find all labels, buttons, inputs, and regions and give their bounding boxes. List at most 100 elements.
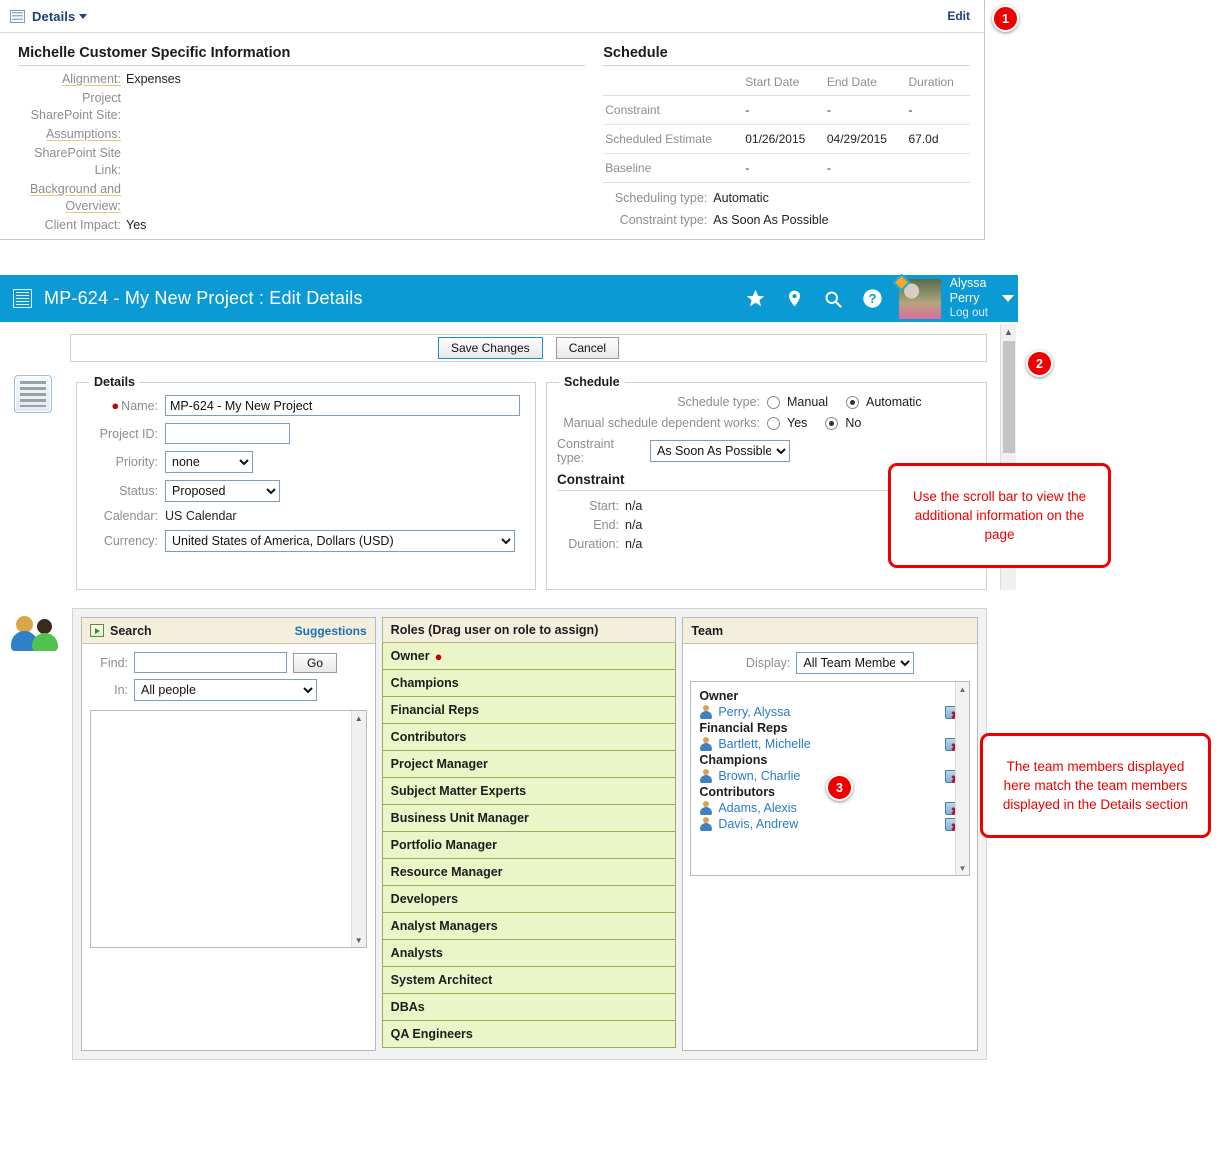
team-member-name[interactable]: Bartlett, Michelle [718, 737, 810, 751]
currency-label: Currency: [103, 534, 158, 548]
cancel-button[interactable]: Cancel [555, 337, 620, 359]
role-item-dbas[interactable]: DBAs [381, 994, 677, 1021]
schedule-type-automatic-option[interactable]: Automatic [846, 395, 922, 409]
col-header-end-date: End Date [824, 71, 907, 96]
schedule-summary-title: Schedule [603, 45, 970, 66]
radio-automatic[interactable] [846, 395, 859, 409]
field-label-client-impact: Client Impact: [44, 218, 121, 232]
star-icon[interactable] [745, 288, 766, 309]
details-dropdown-label: Details [32, 8, 76, 24]
role-item-subject-matter-experts[interactable]: Subject Matter Experts [381, 778, 677, 805]
team-member-name[interactable]: Adams, Alexis [718, 801, 797, 815]
avatar[interactable] [891, 272, 941, 319]
suggestions-link[interactable]: Suggestions [295, 624, 367, 638]
col-header-blank [603, 71, 744, 96]
person-icon [699, 769, 713, 783]
user-menu-chevron-down-icon[interactable] [1002, 295, 1014, 302]
schedule-summary-column: Schedule Start Date End Date Duration Co… [603, 45, 970, 236]
role-item-project-manager[interactable]: Project Manager [381, 751, 677, 778]
constraint-type-select[interactable]: As Soon As Possible [650, 440, 790, 462]
team-member-name[interactable]: Perry, Alyssa [718, 705, 790, 719]
role-item-contributors[interactable]: Contributors [381, 724, 677, 751]
role-item-champions[interactable]: Champions [381, 670, 677, 697]
logout-link[interactable]: Log out [950, 306, 988, 321]
role-item-system-architect[interactable]: System Architect [381, 967, 677, 994]
team-group-champions: Champions [699, 753, 768, 767]
list-item[interactable]: Davis, Andrew ✖ [699, 817, 961, 834]
role-label: Resource Manager [390, 865, 503, 879]
role-label: QA Engineers [390, 1027, 473, 1041]
currency-field-row: Currency: United States of America, Doll… [87, 530, 525, 552]
search-scroll-down-arrow-icon[interactable]: ▼ [352, 933, 366, 947]
status-label: Status: [119, 484, 158, 498]
save-changes-button[interactable]: Save Changes [437, 337, 543, 359]
constraint-duration-value: n/a [625, 537, 643, 551]
search-results-list[interactable]: ▲ ▼ [90, 710, 367, 948]
field-row-project-sharepoint-site: Project SharePoint Site: [18, 90, 585, 124]
go-button[interactable]: Go [293, 652, 338, 673]
team-scroll-up-arrow-icon[interactable]: ▲ [956, 682, 969, 696]
team-member-name[interactable]: Davis, Andrew [718, 817, 798, 831]
help-icon[interactable]: ? [862, 288, 883, 309]
status-select[interactable]: Proposed [165, 480, 280, 502]
details-dropdown-button[interactable]: Details [32, 8, 88, 24]
annotation-badge-2: 2 [1026, 350, 1053, 377]
currency-select[interactable]: United States of America, Dollars (USD) [165, 530, 515, 552]
field-row-assumptions: Assumptions: [18, 126, 585, 143]
team-scroll-down-arrow-icon[interactable]: ▼ [956, 861, 969, 875]
dependent-no-option[interactable]: No [825, 416, 861, 430]
list-item[interactable]: Bartlett, Michelle ✖ [699, 737, 961, 754]
in-row: In: All people [82, 673, 375, 701]
role-label: Portfolio Manager [390, 838, 497, 852]
priority-select[interactable]: none [165, 451, 253, 473]
in-select[interactable]: All people [134, 679, 317, 701]
find-input[interactable] [134, 652, 287, 673]
role-item-analyst-managers[interactable]: Analyst Managers [381, 913, 677, 940]
field-label-alignment: Alignment: [61, 72, 121, 86]
list-item[interactable]: Perry, Alyssa ✖ [699, 705, 961, 722]
schedule-type-manual-option[interactable]: Manual [767, 395, 828, 409]
find-row: Find: Go [82, 644, 375, 673]
scrollbar-thumb[interactable] [1003, 341, 1015, 453]
team-list-scrollbar[interactable]: ▲ ▼ [955, 682, 969, 875]
person-icon [699, 817, 713, 831]
search-scroll-up-arrow-icon[interactable]: ▲ [352, 711, 366, 725]
role-item-developers[interactable]: Developers [381, 886, 677, 913]
role-item-portfolio-manager[interactable]: Portfolio Manager [381, 832, 677, 859]
roles-panel-header: Roles (Drag user on role to assign) [381, 617, 677, 643]
name-input[interactable] [165, 395, 520, 416]
user-menu[interactable]: Alyssa Perry Log out [950, 276, 988, 321]
dependent-yes-option[interactable]: Yes [767, 416, 807, 430]
person-icon [699, 737, 713, 751]
role-item-qa-engineers[interactable]: QA Engineers [381, 1021, 677, 1048]
radio-manual[interactable] [767, 395, 780, 409]
cell-estimate-end: 04/29/2015 [824, 124, 907, 154]
role-item-analysts[interactable]: Analysts [381, 940, 677, 967]
role-item-resource-manager[interactable]: Resource Manager [381, 859, 677, 886]
display-select[interactable]: All Team Members [796, 652, 915, 674]
role-item-financial-reps[interactable]: Financial Reps [381, 697, 677, 724]
field-value-client-impact: Yes [126, 218, 147, 232]
find-label: Find: [100, 655, 128, 670]
radio-dependent-yes[interactable] [767, 416, 780, 430]
search-icon[interactable] [823, 289, 843, 309]
annotation-badge-1: 1 [992, 5, 1019, 32]
location-pin-icon[interactable] [785, 288, 804, 309]
people-icon-head-2 [37, 619, 52, 634]
radio-dependent-no[interactable] [825, 416, 839, 430]
edit-link[interactable]: Edit [947, 9, 970, 23]
role-item-owner[interactable]: Owner ● [381, 643, 677, 670]
scroll-up-arrow-icon[interactable]: ▲ [1001, 324, 1016, 339]
constraint-duration-label: Duration: [568, 537, 619, 551]
team-member-name[interactable]: Brown, Charlie [718, 769, 800, 783]
people-icon [10, 612, 64, 654]
search-results-scrollbar[interactable]: ▲ ▼ [350, 711, 366, 947]
roles-panel: Roles (Drag user on role to assign) Owne… [381, 617, 677, 1051]
constraint-end-value: n/a [625, 518, 643, 532]
list-item[interactable]: Adams, Alexis ✖ [699, 801, 961, 818]
role-item-business-unit-manager[interactable]: Business Unit Manager [381, 805, 677, 832]
role-label: Owner [390, 649, 430, 663]
field-value-alignment: Expenses [126, 72, 181, 86]
radio-automatic-label: Automatic [866, 395, 922, 409]
project-id-input[interactable] [165, 423, 290, 444]
